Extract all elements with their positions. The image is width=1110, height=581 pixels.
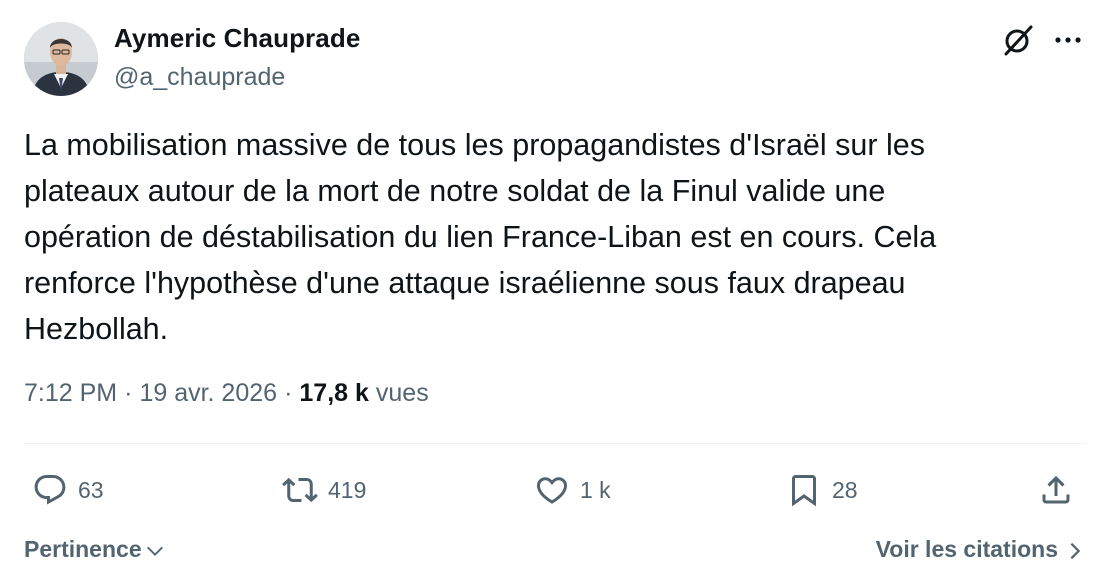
profile-photo-icon — [24, 22, 98, 96]
share-icon — [1042, 475, 1070, 504]
heart-icon — [536, 477, 568, 504]
share-button[interactable] — [1038, 470, 1074, 510]
view-quotes-link[interactable]: Voir les citations — [876, 536, 1086, 563]
tweet-time[interactable]: 7:12 PM — [24, 379, 117, 408]
meta-separator: · — [124, 379, 133, 407]
reply-count: 63 — [78, 476, 104, 503]
author-name[interactable]: Aymeric Chauprade — [114, 23, 360, 54]
sort-dropdown[interactable]: Pertinence — [24, 536, 166, 563]
tweet-date[interactable]: 19 avr. 2026 — [139, 379, 277, 408]
tweet-detail: Aymeric Chauprade @a_chauprade La mobili… — [0, 0, 1110, 581]
more-icon[interactable] — [1050, 24, 1086, 56]
chevron-down-icon — [146, 546, 163, 556]
tweet-meta: 7:12 PM · 19 avr. 2026 · 17,8 k vues — [24, 379, 429, 408]
divider — [24, 443, 1086, 444]
views-label: vues — [375, 379, 429, 407]
chevron-right-icon — [1070, 542, 1081, 559]
bookmark-icon — [792, 475, 816, 507]
views-count[interactable]: 17,8 k — [299, 379, 369, 408]
meta-separator: · — [284, 379, 293, 407]
reply-button[interactable]: 63 — [32, 470, 104, 510]
retweet-icon — [282, 477, 318, 503]
bookmark-count: 28 — [832, 476, 858, 503]
avatar[interactable] — [24, 22, 98, 96]
retweet-button[interactable]: 419 — [282, 470, 366, 510]
author-handle[interactable]: @a_chauprade — [114, 63, 285, 92]
like-button[interactable]: 1 k — [534, 470, 611, 510]
like-count: 1 k — [580, 476, 611, 503]
retweet-count: 419 — [328, 476, 367, 503]
tweet-text: La mobilisation massive de tous les prop… — [24, 128, 937, 346]
quotes-label: Voir les citations — [875, 536, 1058, 562]
reply-icon — [34, 475, 66, 505]
sort-label: Pertinence — [24, 536, 142, 562]
bookmark-button[interactable]: 28 — [786, 470, 858, 510]
grok-icon[interactable] — [1000, 22, 1036, 58]
